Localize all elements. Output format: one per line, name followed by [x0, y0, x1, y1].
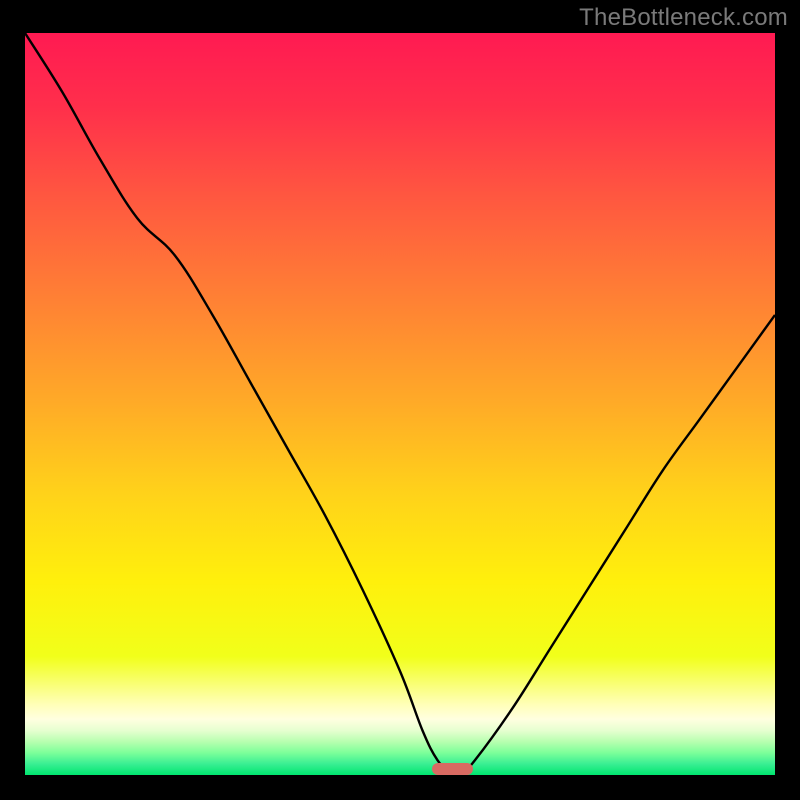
optimal-marker	[432, 763, 473, 775]
bottleneck-curve	[25, 33, 775, 775]
attribution-text: TheBottleneck.com	[579, 4, 788, 32]
plot-area	[25, 33, 775, 775]
chart-frame: TheBottleneck.com	[0, 0, 800, 800]
